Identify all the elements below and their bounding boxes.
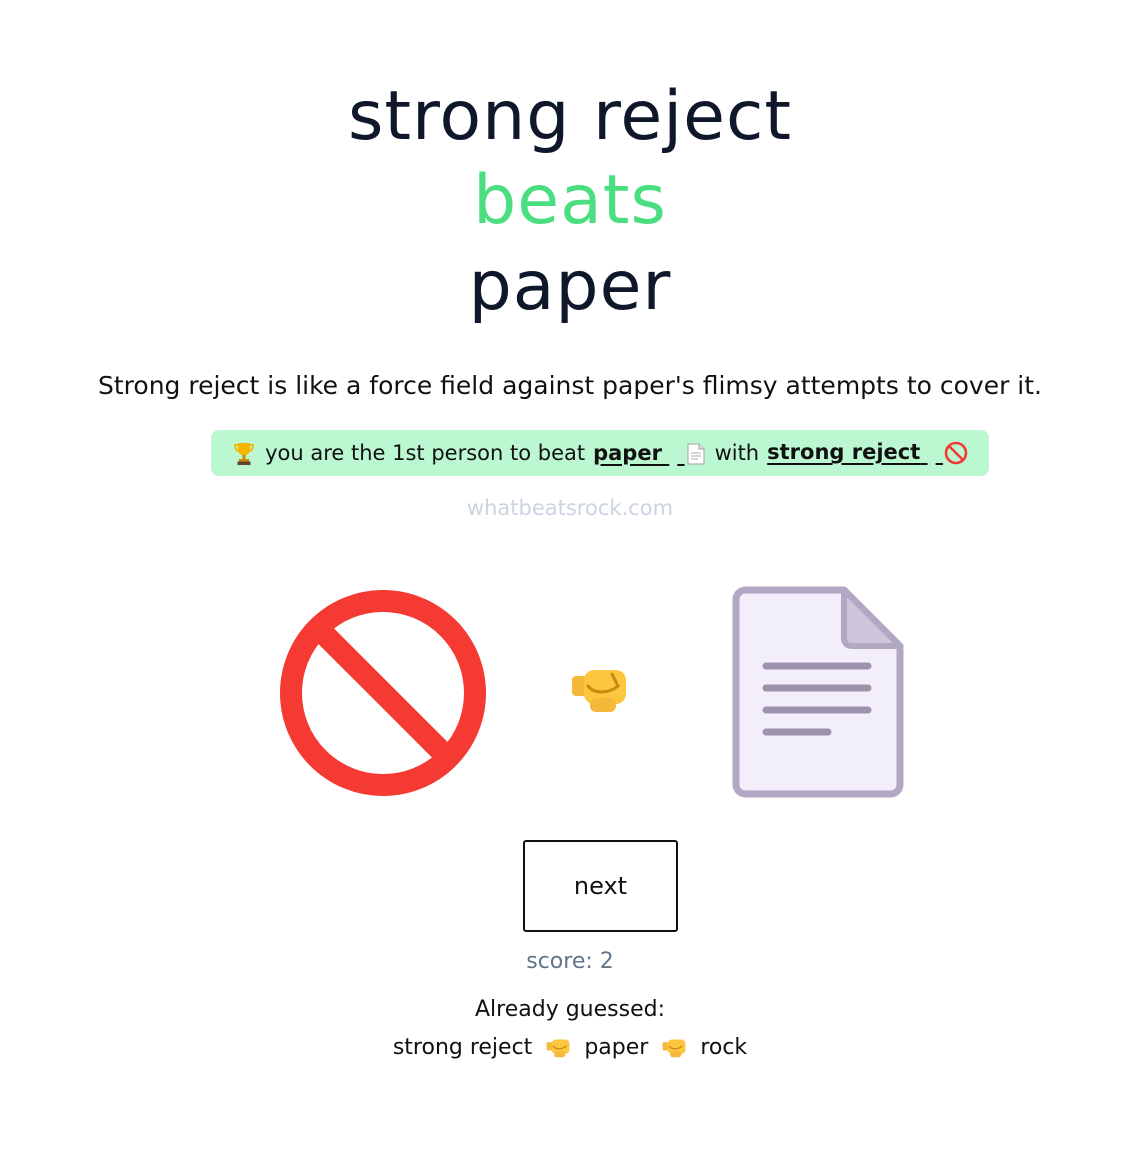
headline-new-item: strong reject [347,77,793,156]
history-item: paper [584,1035,649,1060]
prohibited-icon [280,590,486,796]
explanation-text: Strong reject is like a force field agai… [98,371,1042,400]
fist-icon [662,1039,686,1058]
history-item: strong reject [392,1035,533,1060]
trophy-icon [234,443,254,465]
banner-middle-text: with [714,441,760,465]
score-display: score: 2 [526,949,614,974]
page: strong reject beats paper Strong reject … [0,0,1140,1170]
already-guessed-label: Already guessed: [475,997,665,1022]
beaten-item-link[interactable]: paper [593,441,706,466]
document-icon [732,586,904,798]
history-item: rock [700,1035,748,1060]
page-icon [686,442,705,465]
prohibited-icon [944,441,968,465]
next-button[interactable]: next [523,840,678,932]
winner-item-label: strong reject [767,440,921,464]
fist-icon [572,670,626,712]
beaten-item-label: paper [593,440,662,465]
headline-verb: beats [473,161,667,240]
guess-history: strong reject paper rock [0,1032,1140,1064]
site-watermark: whatbeatsrock.com [466,496,674,520]
achievement-banner: you are the 1st person to beat paper wit… [211,430,989,476]
fist-icon [546,1039,570,1058]
banner-prefix-text: you are the 1st person to beat [265,441,586,465]
headline-old-item: paper [468,247,672,326]
winner-item-link[interactable]: strong reject [767,440,969,466]
